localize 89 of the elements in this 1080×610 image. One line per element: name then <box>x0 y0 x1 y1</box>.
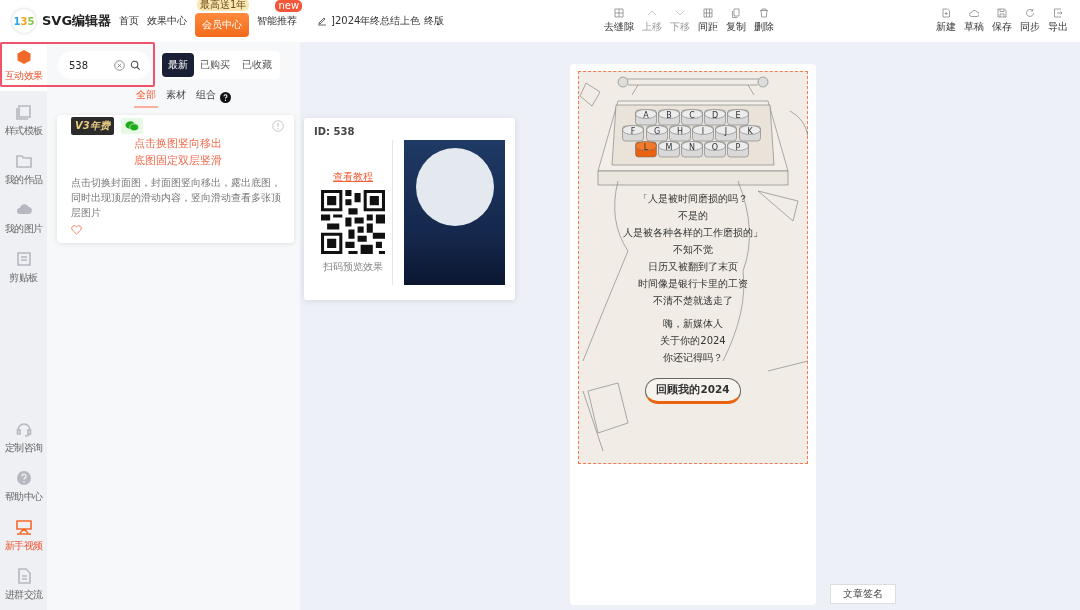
poem-line: 不是的 <box>677 209 709 223</box>
export-icon <box>1053 8 1063 18</box>
typewriter-key[interactable]: D <box>704 109 726 126</box>
filter-tab[interactable]: 已购买 <box>194 53 236 77</box>
filter-tab[interactable]: 最新 <box>162 53 194 77</box>
toolbar-button[interactable]: 草稿 <box>962 8 986 34</box>
folder-icon <box>15 153 32 169</box>
typewriter-key[interactable]: L <box>635 141 657 158</box>
toolbar-button[interactable]: 去缝隙 <box>601 8 636 34</box>
typewriter-key[interactable]: H <box>669 125 691 142</box>
typewriter-key[interactable]: J <box>715 125 737 142</box>
filter-tab[interactable]: 已收藏 <box>236 53 278 77</box>
review-button[interactable]: 回顾我的2024 <box>645 378 741 404</box>
poem-line: 不清不楚就逃走了 <box>652 294 734 308</box>
category-tab[interactable]: 组合 <box>194 86 218 108</box>
signature-button[interactable]: 文章签名 <box>830 584 896 604</box>
poem-line: 关于你的2024 <box>660 334 726 348</box>
app-name: SVG编辑器 <box>42 12 112 30</box>
sidebar-item[interactable]: 我的作品 <box>0 146 47 195</box>
layers-icon <box>15 104 32 120</box>
toolbar-button[interactable]: 复制 <box>723 8 748 34</box>
grid-icon <box>702 8 713 18</box>
poem-line: 人是被各种各样的工作磨损的」 <box>623 226 763 240</box>
card-title: 点击换图竖向移出 <box>133 136 222 152</box>
help-icon[interactable] <box>220 91 231 103</box>
typewriter-key[interactable]: M <box>658 141 680 158</box>
typewriter-key[interactable]: G <box>646 125 668 142</box>
nav-badge: 最高送1年 <box>197 0 250 11</box>
sidebar-item[interactable]: 剪贴板 <box>0 244 47 293</box>
sidebar-item[interactable]: 样式模板 <box>0 97 47 146</box>
toolbar-button[interactable]: 保存 <box>990 8 1014 34</box>
pencil-icon[interactable] <box>317 16 328 26</box>
typewriter-key[interactable]: F <box>622 125 644 142</box>
copy-icon <box>730 8 741 18</box>
typewriter-key[interactable]: O <box>704 141 726 158</box>
refresh-icon <box>1025 8 1035 18</box>
sidebar-item[interactable]: 我的图片 <box>0 195 47 244</box>
grid-icon <box>613 8 624 18</box>
toolbar-button[interactable]: 同步 <box>1018 8 1042 34</box>
sidebar-item[interactable]: 帮助中心 <box>0 463 47 512</box>
membership-badge: V3年费 <box>71 117 114 135</box>
nav-link[interactable]: 效果中心 <box>147 14 188 28</box>
category-tab[interactable]: 素材 <box>164 86 188 108</box>
qr-caption: 扫码预览效果 <box>323 260 383 274</box>
nav-link[interactable]: 首页 <box>119 14 140 28</box>
search-icon[interactable] <box>130 59 141 71</box>
presentation-icon <box>15 519 32 535</box>
toolbar-button[interactable]: 新建 <box>934 8 958 34</box>
typewriter-key[interactable]: P <box>727 141 749 158</box>
typewriter-key[interactable]: I <box>692 125 714 142</box>
document-title[interactable]: ]2024年终总结上色 终版 <box>331 14 444 28</box>
cloud-icon <box>969 8 979 18</box>
nav-link[interactable]: 智能推荐 <box>257 14 298 28</box>
clipboard-icon <box>15 251 32 267</box>
card-description: 点击切换封面图，封面图竖向移出，露出底图，同时出现顶层的滑动内容，竖向滑动查看多张顶层图片 <box>71 176 282 220</box>
typewriter-key[interactable]: C <box>681 109 703 126</box>
save-icon <box>997 8 1007 18</box>
poem-line: 嗨，新媒体人 <box>662 317 724 331</box>
help-icon <box>15 470 32 486</box>
headset-icon <box>15 421 32 437</box>
typewriter-key[interactable]: E <box>727 109 749 126</box>
trash-icon <box>758 8 769 18</box>
poem-line: 「人是被时间磨损的吗？ <box>637 192 749 206</box>
typewriter-key[interactable]: K <box>739 125 761 142</box>
toolbar-button[interactable]: 间距 <box>695 8 720 34</box>
clear-icon[interactable] <box>114 59 125 71</box>
sidebar-item[interactable]: 进群交流 <box>0 561 47 610</box>
cube-icon <box>15 49 32 65</box>
toolbar-button[interactable]: 导出 <box>1046 8 1070 34</box>
poem-line: 你还记得吗？ <box>662 351 724 365</box>
card-title: 底图固定双层竖滑 <box>133 153 222 169</box>
chat-bubbles-icon <box>120 118 143 134</box>
toolbar-button[interactable]: 删除 <box>751 8 776 34</box>
search-field[interactable]: 538 <box>69 59 109 71</box>
selected-element-frame[interactable]: A B C D E F G H I J K L M N O P 「人是被时间磨损的吗？ 不是的 人是被各种各样的工作磨损的」 不知不觉 日历又被翻到了末页 时间像是银行卡里的工资 不清不楚就逃走了 嗨，新媒体人 关于你的2024 你还记得吗？ 回顾我的2024 <box>578 71 808 464</box>
chevron-down-icon <box>674 8 685 18</box>
nav-badge: new <box>275 0 303 12</box>
effect-id: ID: 538 <box>314 126 356 137</box>
qr-code-icon <box>321 190 385 254</box>
sidebar-item[interactable]: 定制咨询 <box>0 414 47 463</box>
chevron-up-icon <box>646 8 657 18</box>
typewriter-key[interactable]: N <box>681 141 703 158</box>
poem-line: 不知不觉 <box>672 243 714 257</box>
poem-line: 时间像是银行卡里的工资 <box>637 277 749 291</box>
poem-line: 日历又被翻到了末页 <box>647 260 739 274</box>
typewriter-key[interactable]: A <box>635 109 657 126</box>
file-plus-icon <box>941 8 951 18</box>
document-icon <box>15 568 32 584</box>
typewriter-key[interactable]: B <box>658 109 680 126</box>
